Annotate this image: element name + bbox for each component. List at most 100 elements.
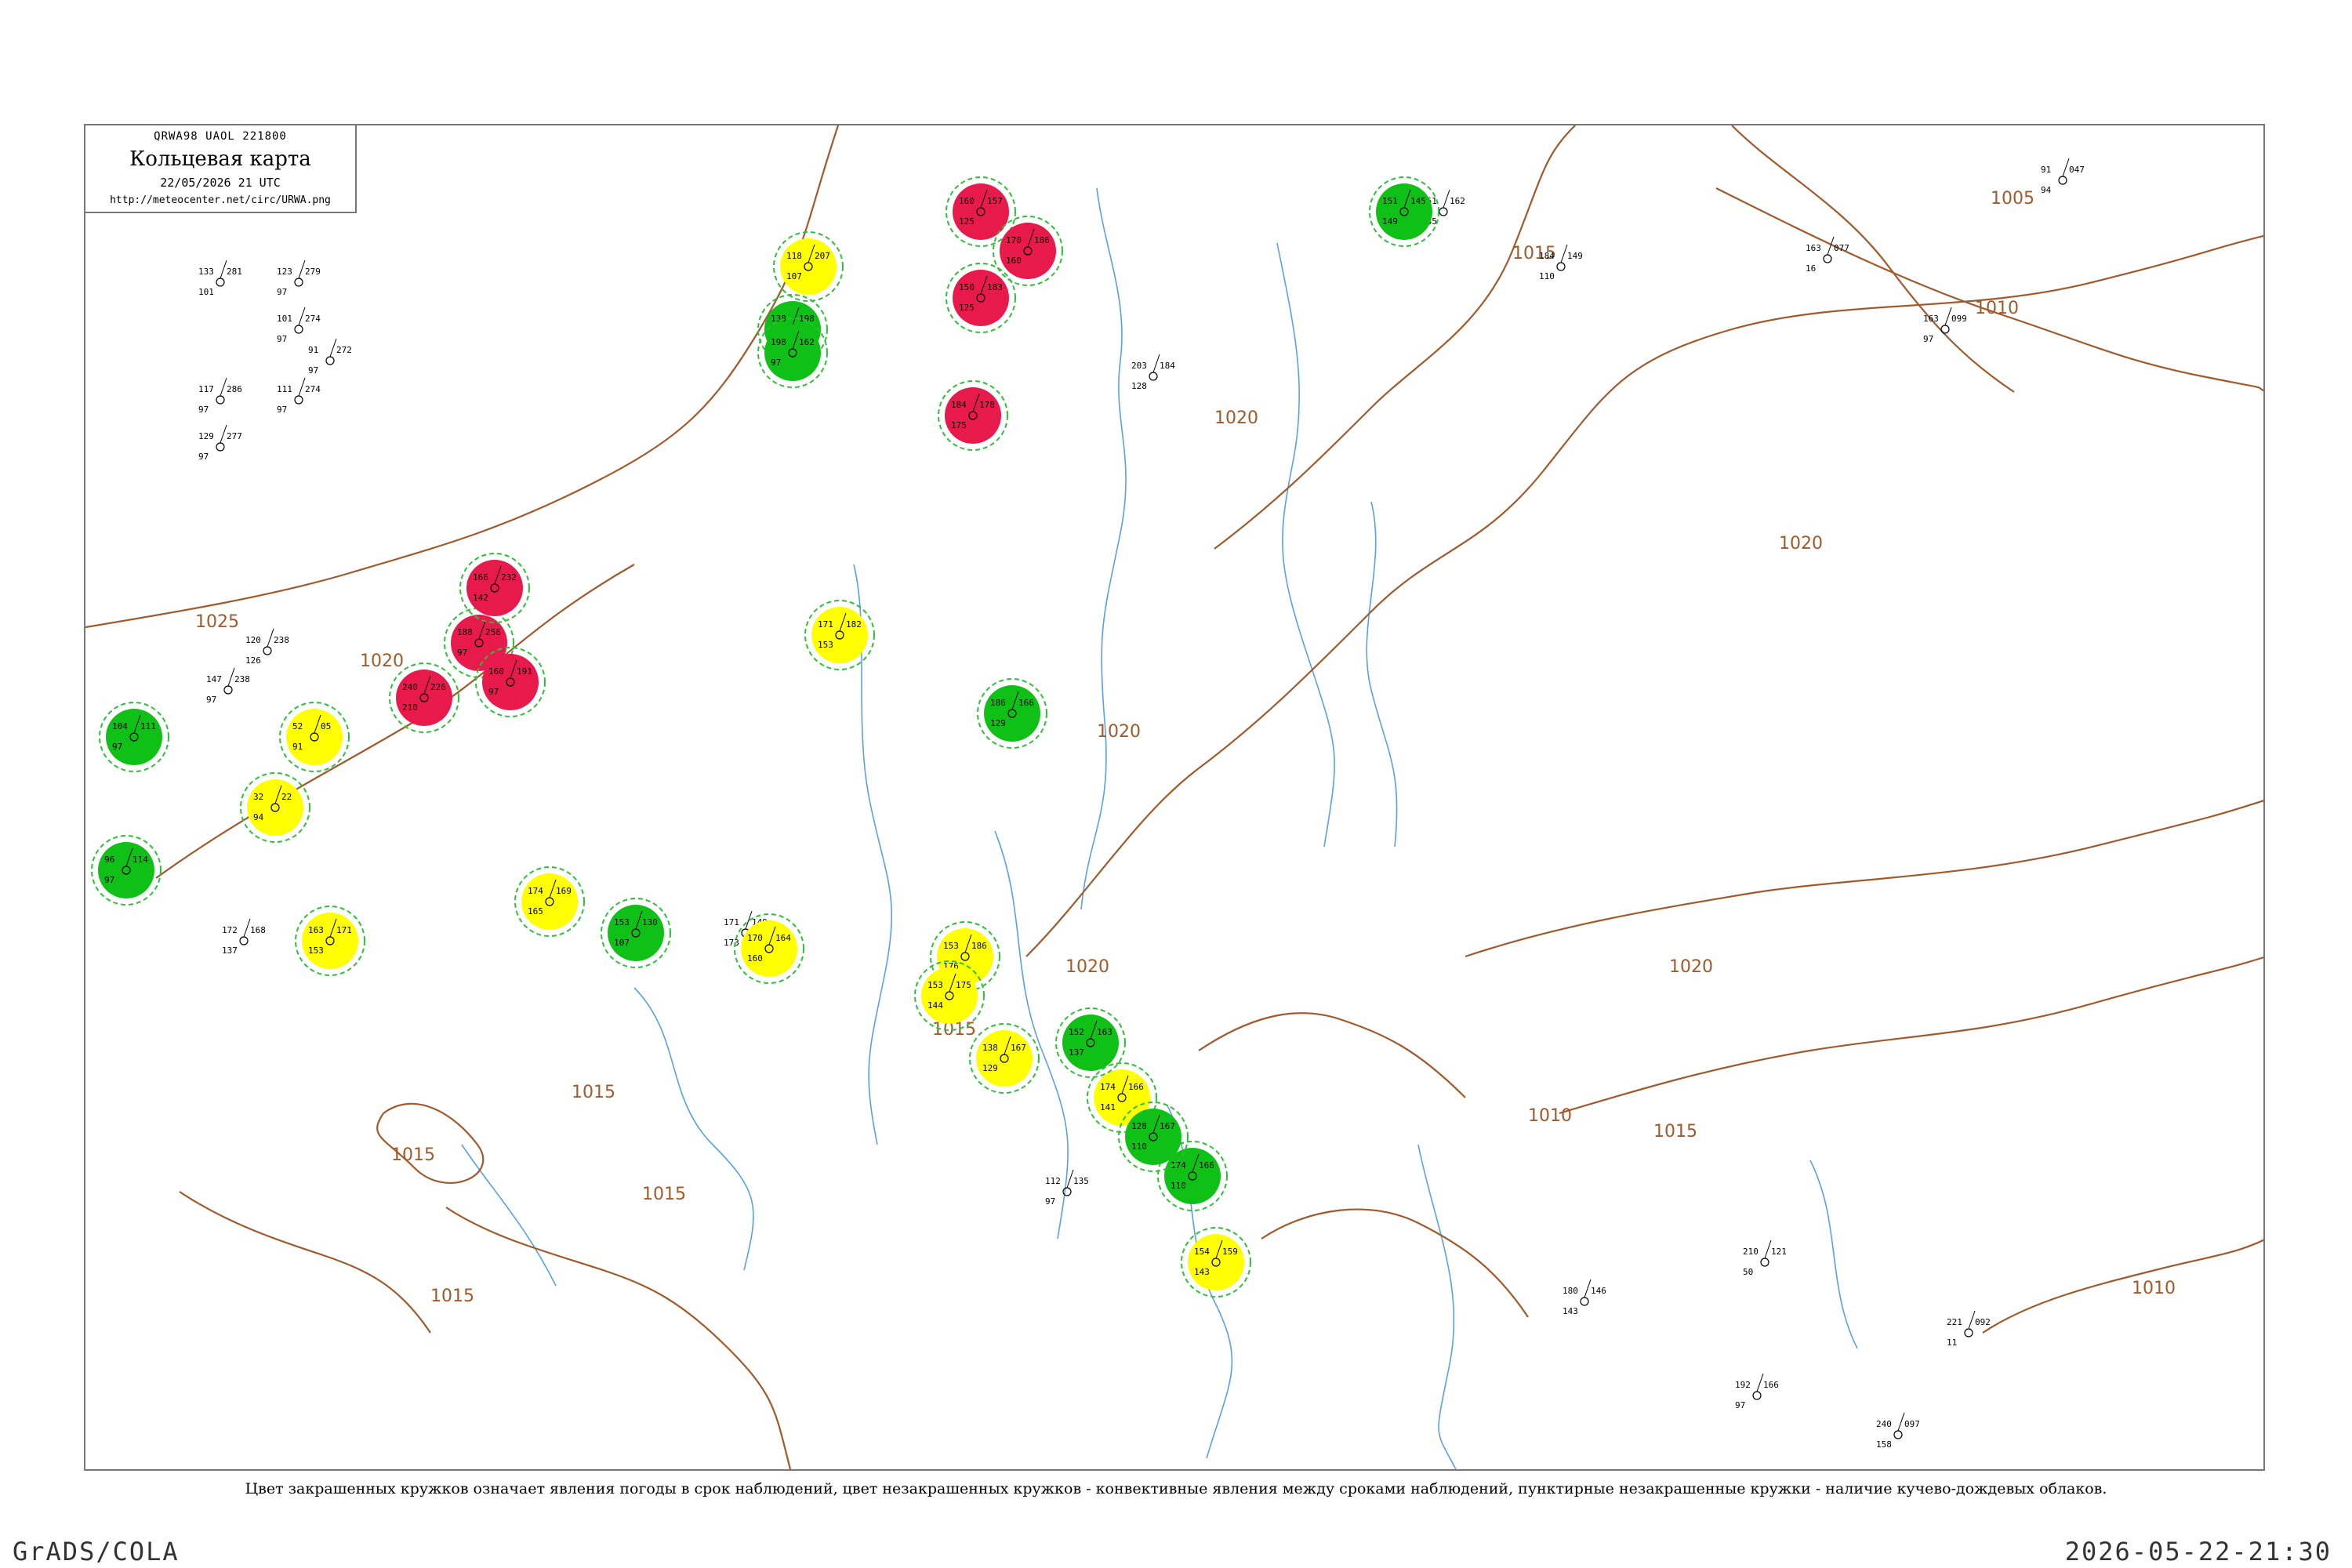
wind-barb-icon: [298, 307, 306, 326]
weather-station: 163 099 97: [1923, 307, 1967, 344]
cloud-cover-icon: [1940, 325, 1950, 334]
cloud-cover-icon: [294, 278, 303, 287]
station-temperature: 146: [1591, 1286, 1606, 1296]
station-dewpoint: 125: [959, 216, 975, 227]
station-temperature: 178: [979, 400, 995, 410]
station-temperature: 168: [250, 925, 266, 935]
weather-phenomenon-circle: [608, 905, 664, 961]
weather-station: 171 182 153: [804, 600, 875, 670]
station-pressure: 32: [253, 792, 263, 802]
weather-station: 32 22 94: [240, 772, 310, 843]
station-temperature: 191: [517, 666, 532, 677]
station-pressure: 163: [1806, 243, 1821, 253]
weather-phenomenon-circle: [811, 607, 868, 663]
station-pressure: 153: [614, 917, 630, 927]
weather-phenomenon-circle: [106, 709, 162, 765]
isobar-label: 1025: [195, 612, 239, 632]
station-pressure: 152: [1069, 1027, 1084, 1037]
station-dewpoint: 110: [1539, 271, 1555, 281]
station-temperature: 162: [1450, 196, 1465, 206]
weather-phenomenon-circle: [286, 709, 343, 765]
map-datetime: 22/05/2026 21 UTC: [160, 176, 281, 190]
station-temperature: 238: [274, 635, 289, 645]
station-dewpoint: 94: [2041, 185, 2052, 195]
station-temperature: 159: [1222, 1247, 1238, 1257]
map-title: Кольцевая карта: [129, 147, 311, 171]
station-temperature: 157: [987, 196, 1003, 206]
stations-layer: 133 281 101 123 279 97 101 274 97 91 272 97 117 286 97…: [91, 158, 2085, 1450]
wind-barb-icon: [329, 338, 337, 358]
weather-station: 153 130 107: [601, 898, 671, 968]
station-dewpoint: 142: [473, 593, 488, 603]
station-pressure: 221: [1947, 1317, 1962, 1327]
isobar-label: 1015: [1653, 1122, 1697, 1142]
weather-station: 138 167 129: [969, 1023, 1040, 1094]
station-dewpoint: 149: [1382, 216, 1398, 227]
station-dewpoint: 160: [747, 953, 763, 964]
station-temperature: 166: [1763, 1380, 1779, 1390]
station-pressure: 170: [1006, 235, 1022, 245]
weather-station: 120 238 126: [245, 628, 289, 666]
station-dewpoint: 50: [1743, 1267, 1753, 1277]
station-pressure: 111: [277, 384, 292, 394]
station-temperature: 05: [321, 721, 331, 731]
wind-barb-icon: [227, 667, 235, 687]
station-pressure: 112: [1045, 1176, 1061, 1186]
footer-software-label: GrADS/COLA: [13, 1537, 180, 1566]
cloud-cover-icon: [216, 395, 225, 405]
station-temperature: 279: [305, 267, 321, 277]
station-pressure: 240: [402, 682, 418, 692]
isobar-label: 1010: [1975, 299, 2019, 318]
cloud-cover-icon: [1964, 1328, 1973, 1338]
bulletin-code: QRWA98 UAOL 221800: [154, 130, 287, 143]
rivers: [461, 187, 1858, 1469]
station-pressure: 184: [951, 400, 967, 410]
station-temperature: 047: [2069, 165, 2085, 175]
station-pressure: 188: [457, 627, 473, 637]
cloud-cover-icon: [1439, 207, 1448, 216]
weather-station: 186 166 129: [977, 678, 1047, 749]
weather-station: 172 168 137: [222, 918, 266, 956]
isobar-label: 1015: [642, 1185, 686, 1204]
cloud-cover-icon: [1823, 254, 1832, 263]
station-dewpoint: 141: [1100, 1102, 1116, 1112]
weather-station: 192 166 97: [1735, 1373, 1779, 1410]
weather-station: 166 232 142: [459, 553, 530, 623]
station-temperature: 22: [281, 792, 292, 802]
weather-station: 170 164 160: [734, 913, 804, 984]
station-pressure: 96: [104, 855, 114, 865]
wind-barb-icon: [267, 628, 274, 648]
wind-barb-icon: [1584, 1279, 1592, 1298]
weather-station: 203 184 128: [1131, 354, 1175, 391]
station-temperature: 111: [140, 721, 156, 731]
station-dewpoint: 110: [1171, 1181, 1186, 1191]
station-pressure: 240: [1876, 1419, 1892, 1429]
weather-station: 210 121 50: [1743, 1240, 1787, 1277]
station-pressure: 198: [771, 337, 786, 347]
weather-phenomenon-circle: [764, 325, 821, 381]
weather-station: 240 097 158: [1876, 1412, 1920, 1450]
legend-caption: Цвет закрашенных кружков означает явлени…: [245, 1480, 2107, 1497]
source-url[interactable]: http://meteocenter.net/circ/URWA.png: [85, 194, 355, 206]
station-dewpoint: 97: [771, 358, 781, 368]
wind-barb-icon: [243, 918, 251, 938]
station-pressure: 138: [982, 1043, 998, 1053]
station-pressure: 104: [112, 721, 128, 731]
station-pressure: 154: [1194, 1247, 1210, 1257]
weather-phenomenon-circle: [1000, 223, 1056, 279]
station-dewpoint: 97: [1045, 1196, 1055, 1207]
station-pressure: 172: [222, 925, 238, 935]
weather-station: 163 171 153: [295, 906, 365, 976]
station-temperature: 274: [305, 314, 321, 324]
weather-station: 184 178 175: [938, 380, 1008, 451]
weather-phenomenon-circle: [482, 654, 539, 710]
station-dewpoint: 97: [206, 695, 216, 705]
station-pressure: 120: [245, 635, 261, 645]
cloud-cover-icon: [1752, 1391, 1762, 1400]
station-pressure: 52: [292, 721, 303, 731]
station-dewpoint: 143: [1563, 1306, 1578, 1316]
station-temperature: 281: [227, 267, 242, 277]
station-dewpoint: 97: [198, 452, 209, 462]
station-pressure: 128: [1131, 1121, 1147, 1131]
weather-station: 91 272 97: [308, 338, 352, 376]
